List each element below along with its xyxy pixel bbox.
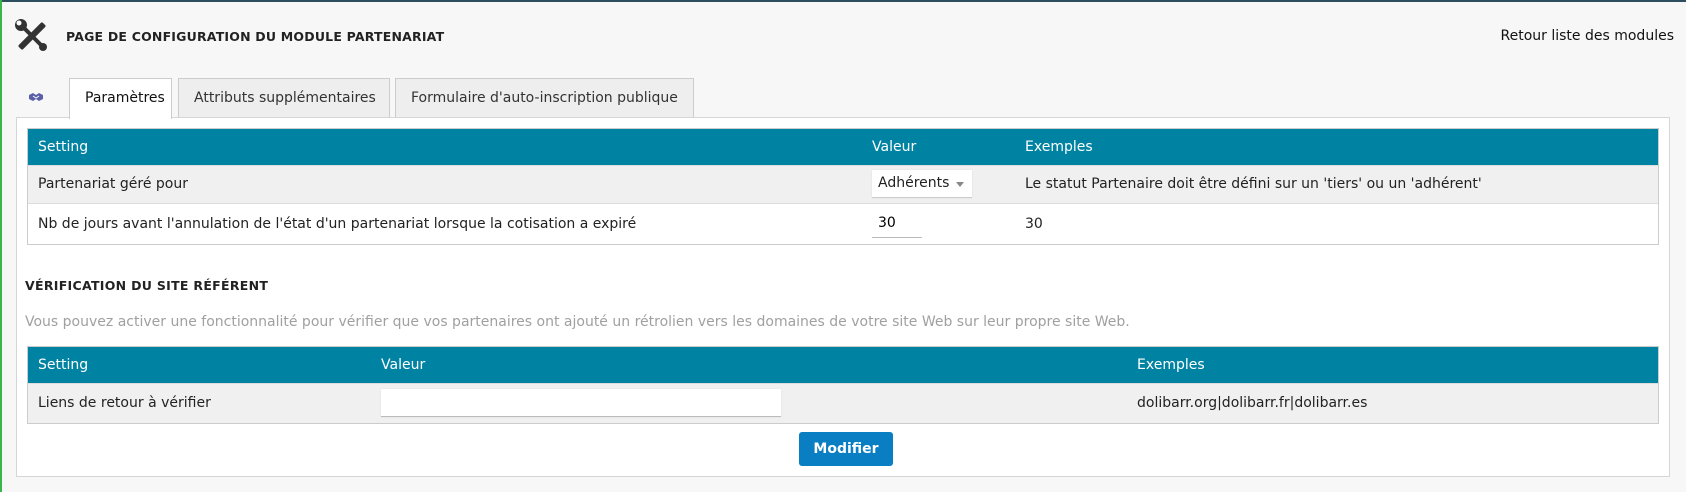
select-value: Adhérents	[878, 175, 950, 191]
tab-attributs-supplementaires[interactable]: Attributs supplémentaires	[178, 78, 390, 118]
table-row: Liens de retour à vérifier dolibarr.org|…	[28, 382, 1658, 423]
col-header-setting: Setting	[28, 129, 862, 165]
setting-label: Nb de jours avant l'annulation de l'état…	[28, 202, 862, 244]
backlinks-input[interactable]	[381, 389, 781, 418]
tab-bar: Paramètres Attributs supplémentaires For…	[18, 78, 1678, 119]
handshake-icon	[29, 93, 43, 101]
modify-button[interactable]: Modifier	[799, 432, 893, 466]
col-header-value: Valeur	[862, 129, 1015, 165]
setting-example: dolibarr.org|dolibarr.fr|dolibarr.es	[1127, 382, 1658, 423]
setting-label: Liens de retour à vérifier	[28, 382, 371, 423]
table-row: Partenariat géré pour Adhérents Le statu…	[28, 164, 1658, 203]
tab-parametres[interactable]: Paramètres	[69, 78, 172, 119]
tools-icon	[15, 19, 47, 51]
setting-example: 30	[1015, 202, 1658, 244]
page-title: PAGE DE CONFIGURATION DU MODULE PARTENAR…	[66, 29, 445, 44]
tab-formulaire-auto-inscription[interactable]: Formulaire d'auto-inscription publique	[395, 78, 694, 118]
settings-table: Setting Valeur Exemples Partenariat géré…	[28, 129, 1658, 244]
chevron-down-icon	[956, 182, 964, 187]
col-header-setting: Setting	[28, 347, 371, 383]
left-accent-bar	[0, 0, 2, 492]
partnership-managed-for-select[interactable]: Adhérents	[872, 170, 972, 198]
referrer-table-wrapper: Setting Valeur Exemples Liens de retour …	[27, 346, 1659, 424]
section-title: VÉRIFICATION DU SITE RÉFÉRENT	[25, 278, 269, 293]
setting-label: Partenariat géré pour	[28, 164, 862, 203]
table-row: Nb de jours avant l'annulation de l'état…	[28, 202, 1658, 244]
days-before-cancel-input[interactable]	[872, 209, 922, 238]
section-description: Vous pouvez activer une fonctionnalité p…	[25, 314, 1130, 330]
settings-panel: Setting Valeur Exemples Partenariat géré…	[16, 117, 1670, 477]
referrer-table: Setting Valeur Exemples Liens de retour …	[28, 347, 1658, 423]
page-header: PAGE DE CONFIGURATION DU MODULE PARTENAR…	[14, 16, 1674, 60]
settings-table-wrapper: Setting Valeur Exemples Partenariat géré…	[27, 128, 1659, 245]
setting-example: Le statut Partenaire doit être défini su…	[1015, 164, 1658, 203]
top-accent-bar	[0, 0, 1686, 2]
col-header-examples: Exemples	[1127, 347, 1658, 383]
col-header-value: Valeur	[371, 347, 1127, 383]
back-to-modules-link[interactable]: Retour liste des modules	[1501, 28, 1674, 44]
col-header-examples: Exemples	[1015, 129, 1658, 165]
